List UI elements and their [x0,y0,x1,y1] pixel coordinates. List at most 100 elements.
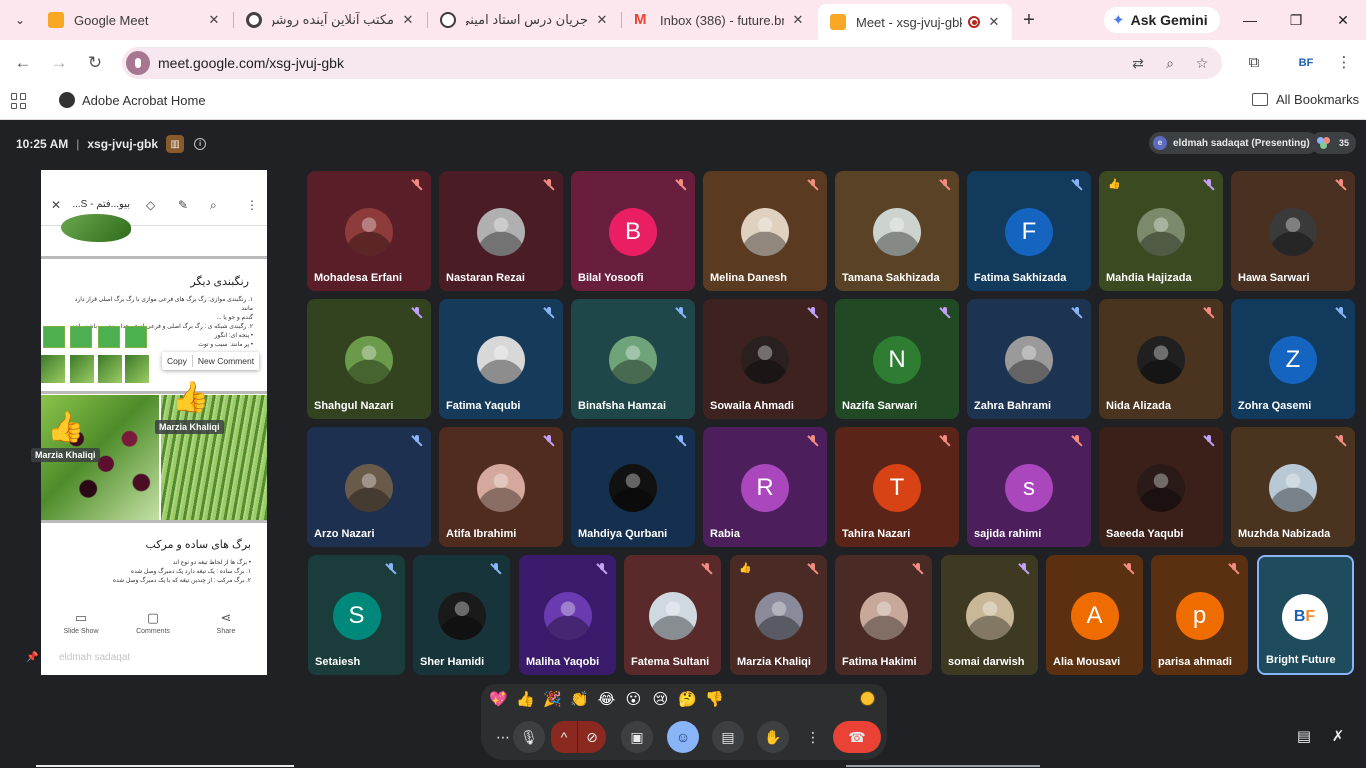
participant-tile[interactable]: Saeeda Yaqubi [1099,427,1223,547]
participant-tile[interactable]: Muzhda Nabizada [1231,427,1355,547]
participant-tile[interactable]: B Bilal Yosoofi [571,171,695,291]
skin-tone-button[interactable] [860,691,875,706]
new-comment-menu-item[interactable]: New Comment [193,356,259,366]
participants-chip[interactable]: 35 [1310,132,1356,154]
pin-icon[interactable]: 📌 [26,652,38,663]
host-controls-icon[interactable]: ▥ [166,135,185,153]
minimize-button[interactable]: — [1240,10,1260,30]
more-vertical-icon[interactable]: ⋮ [1333,52,1355,74]
restore-button[interactable]: ❐ [1286,10,1306,30]
present-button[interactable]: ▣ [621,721,653,753]
more-vertical-icon[interactable]: ⋮ [246,198,258,212]
participant-tile[interactable]: A Alia Mousavi [1046,555,1143,675]
url-text[interactable]: meet.google.com/xsg-jvuj-gbk [158,55,344,71]
participant-tile[interactable]: Nida Alizada [1099,299,1223,419]
participant-tile[interactable]: Fatima Yaqubi [439,299,563,419]
participant-tile[interactable]: Binafsha Hamzai [571,299,695,419]
share-button[interactable]: ⋖ Share [201,610,251,635]
more-vertical-button[interactable]: ⋮ [797,721,829,753]
participant-tile[interactable]: p parisa ahmadi [1151,555,1248,675]
emoji-reaction-button[interactable]: 😢 [647,690,674,708]
participant-tile[interactable]: F Fatima Sakhizada [967,171,1091,291]
star-icon[interactable]: ☆ [1192,53,1212,73]
participant-tile[interactable]: Hawa Sarwari [1231,171,1355,291]
scrollbar[interactable] [36,765,294,767]
participant-tile[interactable]: 👍 Mahdia Hajizada [1099,171,1223,291]
camera-button[interactable]: ⊘ [578,721,606,753]
close-icon[interactable]: ✕ [790,12,806,28]
participant-tile[interactable]: Zahra Bahrami [967,299,1091,419]
participant-tile[interactable]: Sher Hamidi [413,555,510,675]
close-window-button[interactable]: ✕ [1333,10,1353,30]
participant-tile[interactable]: s sajida rahimi [967,427,1091,547]
participant-tile[interactable]: Z Zohra Qasemi [1231,299,1355,419]
comments-button[interactable]: ▢ Comments [128,610,178,635]
close-icon[interactable]: ✕ [594,12,610,28]
tools-button[interactable]: ✗ [1327,726,1349,748]
participant-tile[interactable]: N Nazifa Sarwari [835,299,959,419]
slide-show-button[interactable]: ▭ Slide Show [56,610,106,635]
microphone-site-icon[interactable] [126,51,150,75]
emoji-reaction-button[interactable]: 👏 [566,690,593,708]
all-bookmarks[interactable]: All Bookmarks [1252,92,1359,107]
emoji-reaction-button[interactable]: 💖 [485,690,512,708]
participant-tile[interactable]: BF Bright Future [1257,555,1354,675]
participant-tile[interactable]: Maliha Yaqobi [519,555,616,675]
participant-tile[interactable]: S Setaiesh [308,555,405,675]
pencil-icon[interactable]: ✎ [178,198,188,212]
scrollbar[interactable] [846,765,1040,767]
microphone-button[interactable]: 🎙 [513,721,545,753]
bookmark-adobe[interactable]: Adobe Acrobat Home [59,92,206,108]
participant-tile[interactable]: R Rabia [703,427,827,547]
emoji-reaction-button[interactable]: 👍 [512,690,539,708]
participant-tile[interactable]: Fatima Hakimi [835,555,932,675]
search-icon[interactable]: ⌕ [210,198,217,213]
apps-grid-icon[interactable] [11,93,27,109]
new-tab-button[interactable]: + [1018,10,1040,32]
camera-options-button[interactable]: ^ [551,721,577,753]
participant-tile[interactable]: Sowaila Ahmadi [703,299,827,419]
raise-hand-button[interactable]: ✋ [757,721,789,753]
close-icon[interactable]: ✕ [206,12,222,28]
tab-online-school[interactable]: مکتب آنلاین آینده روشن ✕ [234,5,426,35]
participant-tile[interactable]: Melina Danesh [703,171,827,291]
diamond-icon[interactable]: ◇ [146,198,155,212]
omnibox[interactable]: meet.google.com/xsg-jvuj-gbk ⇄ ⌕ ☆ [122,47,1222,79]
chat-button[interactable]: ▤ [1293,726,1315,748]
tab-meet-active[interactable]: Meet - xsg-jvuj-gbk ✕ [818,4,1012,40]
close-icon[interactable]: ✕ [986,14,1002,30]
participant-tile[interactable]: Fatema Sultani [624,555,721,675]
participant-tile[interactable]: Shahgul Nazari [307,299,431,419]
close-icon[interactable]: ✕ [51,198,61,212]
participant-tile[interactable]: 👍 Marzia Khaliqi [730,555,827,675]
reload-button[interactable]: ↻ [84,52,106,74]
zoom-icon[interactable]: ⌕ [1160,53,1180,73]
emoji-reaction-button[interactable]: 😮 [620,690,647,708]
profile-brand-icon[interactable]: BF [1295,52,1317,74]
tab-lesson-stream[interactable]: جریان درس استاد امینی ✕ [428,5,620,35]
emoji-reaction-button[interactable]: 🎉 [539,690,566,708]
info-icon[interactable]: i [194,138,207,150]
tab-gmail-inbox[interactable]: M Inbox (386) - future.brig ✕ [622,5,816,35]
tab-google-meet[interactable]: Google Meet ✕ [36,5,232,35]
participant-tile[interactable]: Mahdiya Qurbani [571,427,695,547]
captions-button[interactable]: ▤ [712,721,744,753]
participant-tile[interactable]: T Tahira Nazari [835,427,959,547]
forward-button[interactable]: → [48,52,70,74]
emoji-reaction-button[interactable]: 😂 [593,690,620,708]
participant-tile[interactable]: Arzo Nazari [307,427,431,547]
participant-tile[interactable]: Atifa Ibrahimi [439,427,563,547]
ask-gemini-button[interactable]: ✦ Ask Gemini [1104,7,1220,33]
tab-search-button[interactable]: ⌄ [8,8,32,32]
copy-menu-item[interactable]: Copy [162,356,192,366]
participant-tile[interactable]: Nastaran Rezai [439,171,563,291]
close-icon[interactable]: ✕ [400,12,416,28]
translate-icon[interactable]: ⇄ [1128,53,1148,73]
participant-tile[interactable]: Mohadesa Erfani [307,171,431,291]
presenting-chip[interactable]: e eldmah sadaqat (Presenting) [1149,132,1318,154]
leave-call-button[interactable]: ☎ [833,721,881,753]
participant-tile[interactable]: somai darwish [941,555,1038,675]
extensions-icon[interactable]: ⧉ [1243,52,1265,74]
emoji-reaction-button[interactable]: 🤔 [674,690,701,708]
back-button[interactable]: ← [12,52,34,74]
